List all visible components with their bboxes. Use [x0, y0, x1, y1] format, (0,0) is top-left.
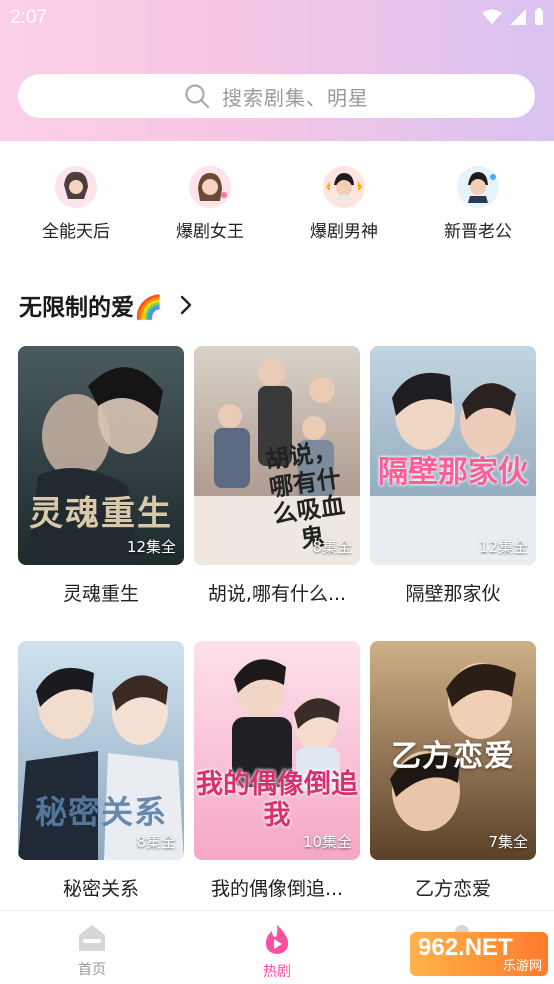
tab-label: 首页: [78, 962, 106, 978]
drama-card[interactable]: 我的偶像倒追我 10集全 我的偶像倒追...: [194, 641, 360, 901]
category-label: 全能天后: [42, 222, 110, 242]
episode-badge: 12集全: [126, 538, 176, 556]
poster-title: 灵魂重生: [29, 494, 173, 534]
drama-title: 灵魂重生: [62, 583, 139, 605]
category-label: 爆剧男神: [310, 222, 378, 242]
search-icon: [185, 84, 210, 109]
episode-badge: 10集全: [302, 833, 352, 851]
drama-title: 乙方恋爱: [414, 878, 491, 900]
section-header[interactable]: 无限制的爱🌈: [19, 288, 197, 322]
drama-card[interactable]: 乙方恋爱 7集全 乙方恋爱: [370, 641, 536, 901]
search-placeholder: 搜索剧集、明星: [222, 85, 369, 110]
poster-title: 隔壁那家伙: [378, 455, 528, 490]
drama-card[interactable]: 胡说，哪有什么吸血鬼 8集全 胡说,哪有什么...: [194, 346, 360, 606]
tab-hot-drama[interactable]: 热剧: [217, 923, 337, 981]
section-title: 无限制的爱🌈: [19, 295, 163, 321]
avatar: [457, 166, 499, 208]
drama-card[interactable]: 隔壁那家伙 12集全 隔壁那家伙: [370, 346, 536, 606]
poster-title: 我的偶像倒追我: [196, 769, 358, 832]
drama-title: 隔壁那家伙: [405, 583, 501, 605]
home-icon: [79, 925, 105, 951]
drama-title: 胡说,哪有什么...: [207, 583, 347, 605]
category-row: 全能天后 爆剧女王 爆剧男神 新晋老公: [0, 165, 554, 245]
drama-title: 秘密关系: [62, 878, 139, 900]
battery-icon: [535, 8, 543, 25]
drama-poster: 我的偶像倒追我 10集全: [194, 641, 360, 860]
status-icons: [482, 8, 544, 26]
episode-badge: 8集全: [312, 538, 352, 556]
avatar: [55, 166, 97, 208]
drama-poster: 胡说，哪有什么吸血鬼 8集全: [194, 346, 360, 565]
episode-badge: 8集全: [136, 833, 176, 851]
flame-icon: [265, 925, 289, 954]
watermark-sub: 乐游网: [502, 959, 542, 974]
status-bar: 2:07: [0, 0, 554, 36]
category-item[interactable]: 全能天后: [21, 165, 131, 242]
signal-icon: [510, 9, 526, 25]
category-item[interactable]: 爆剧女王: [155, 165, 265, 242]
search-input[interactable]: 搜索剧集、明星: [18, 74, 535, 118]
drama-card[interactable]: 秘密关系 8集全 秘密关系: [18, 641, 184, 901]
tab-label: 热剧: [263, 964, 291, 980]
category-label: 爆剧女王: [176, 222, 244, 242]
watermark-logo: 962.NET 乐游网: [410, 932, 548, 976]
category-item[interactable]: 爆剧男神: [289, 165, 399, 242]
avatar: [189, 166, 231, 208]
episode-badge: 12集全: [478, 538, 528, 556]
drama-title: 我的偶像倒追...: [210, 878, 344, 900]
category-label: 新晋老公: [444, 222, 512, 242]
avatar: [323, 166, 365, 208]
drama-poster: 秘密关系 8集全: [18, 641, 184, 860]
status-time: 2:07: [10, 7, 47, 28]
drama-poster: 隔壁那家伙 12集全: [370, 346, 536, 565]
watermark-brand: 962.NET: [418, 934, 513, 961]
episode-badge: 7集全: [488, 833, 528, 851]
poster-title: 秘密关系: [34, 793, 167, 831]
category-item[interactable]: 新晋老公: [423, 165, 533, 242]
wifi-icon: [482, 9, 502, 24]
tab-home[interactable]: 首页: [32, 923, 152, 979]
drama-poster: 灵魂重生 12集全: [18, 346, 184, 565]
drama-poster: 乙方恋爱 7集全: [370, 641, 536, 860]
drama-card[interactable]: 灵魂重生 12集全 灵魂重生: [18, 346, 184, 606]
poster-title: 乙方恋爱: [391, 739, 515, 774]
chevron-right-icon: [180, 295, 191, 315]
